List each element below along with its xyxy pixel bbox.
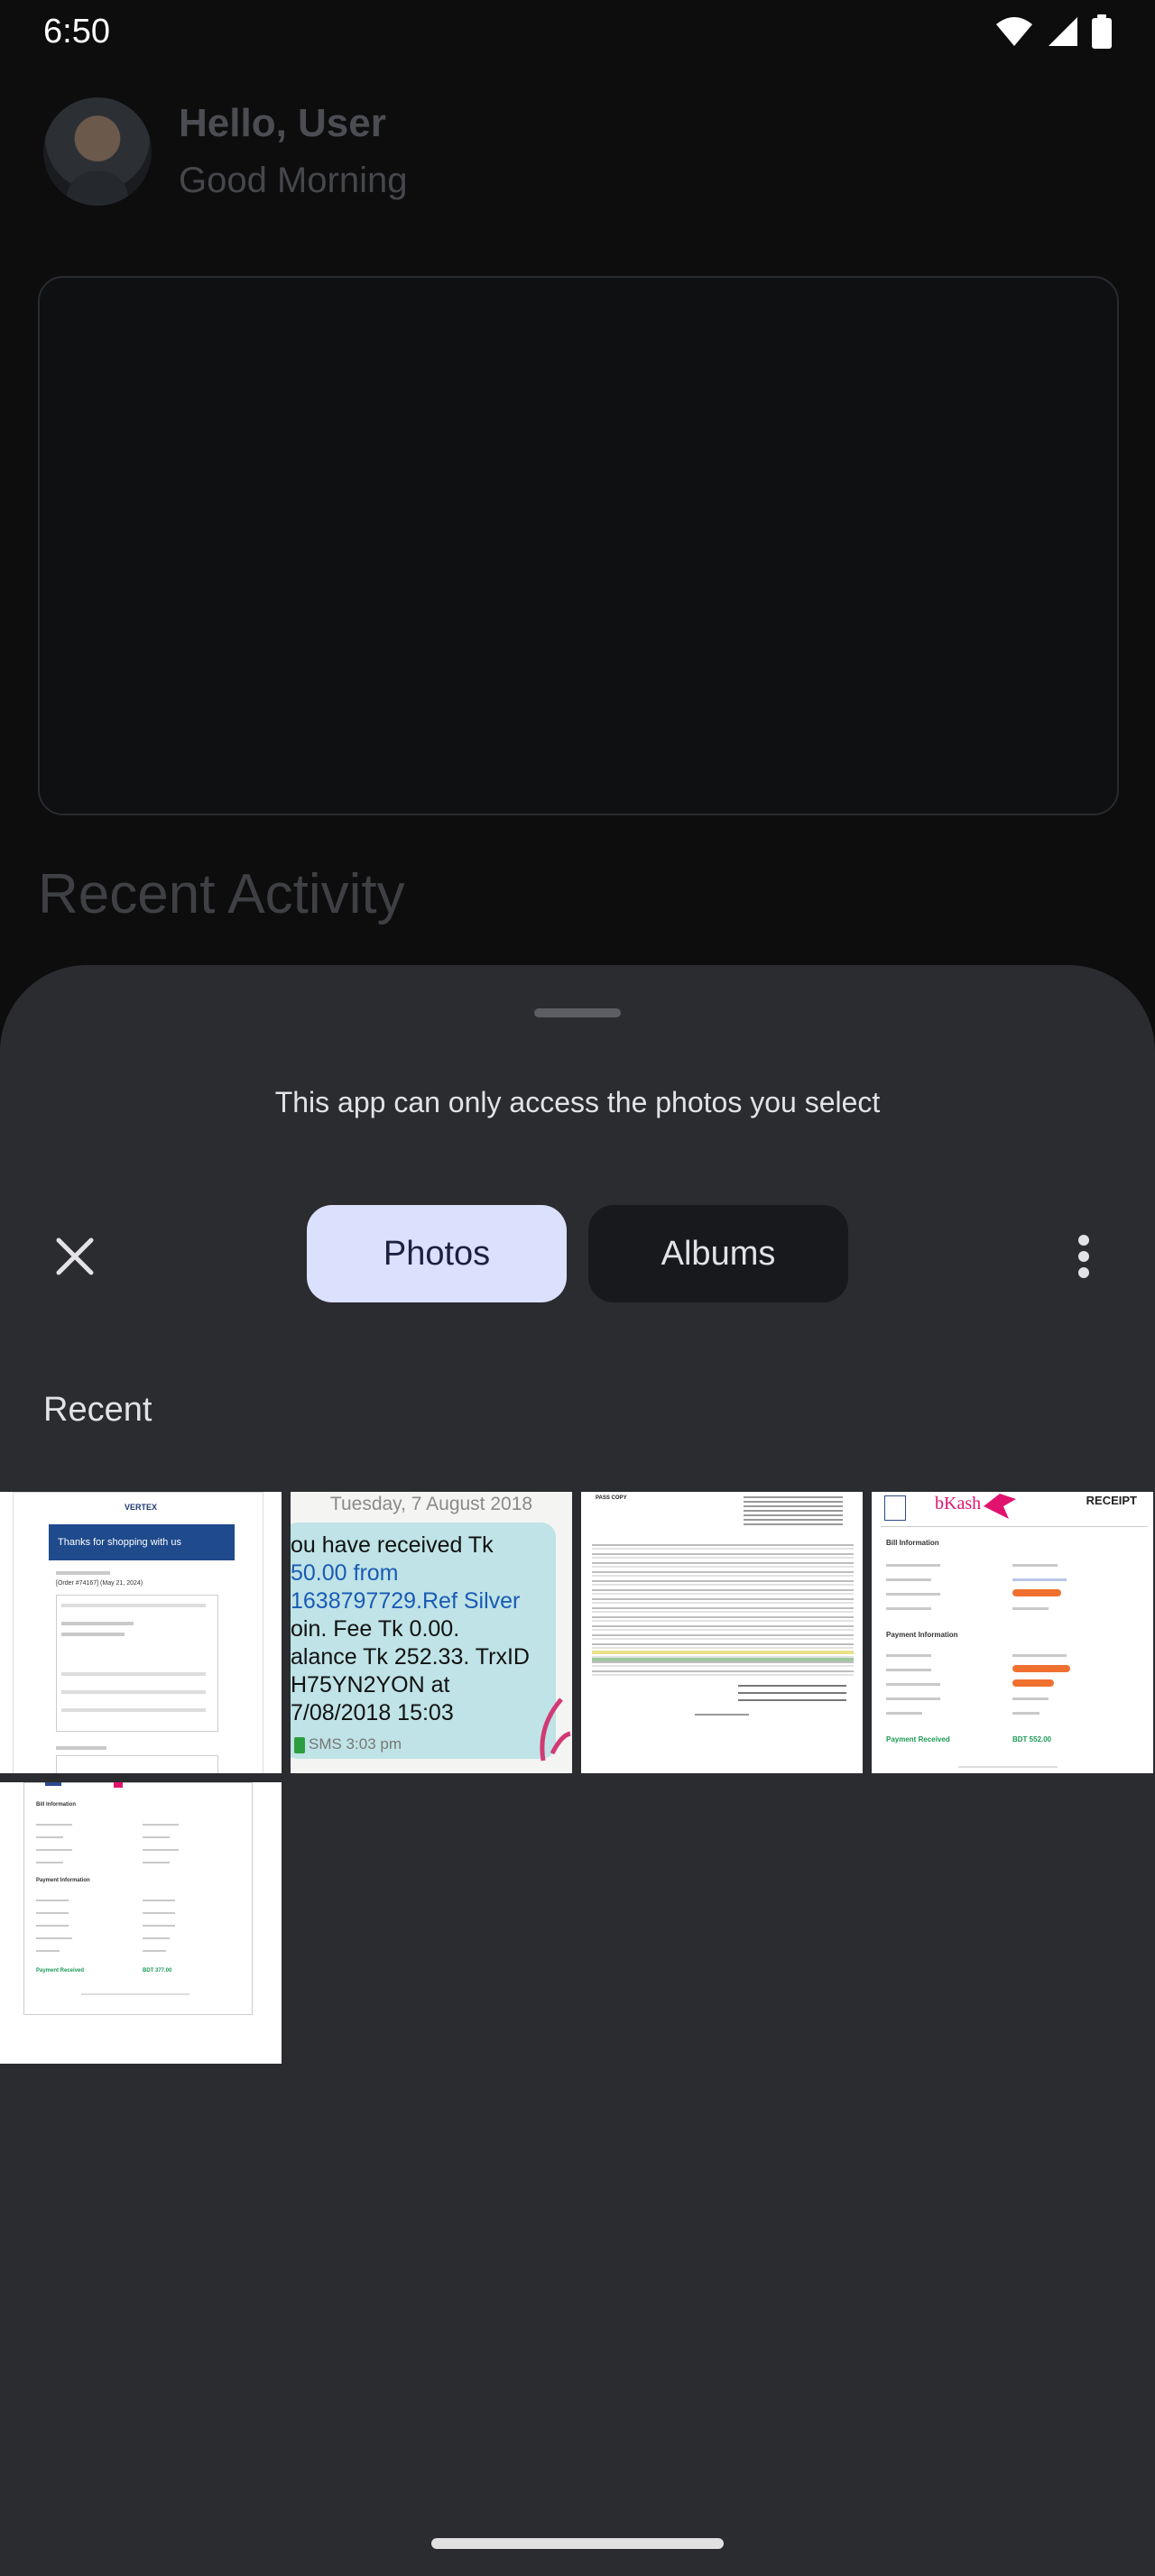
gesture-nav-bar[interactable] [431, 2538, 724, 2549]
sms-line: ou have received Tk [291, 1532, 494, 1558]
status-time: 6:50 [43, 13, 110, 51]
payment-received-label: Payment Received [886, 1735, 950, 1743]
statement-heading: PASS COPY [596, 1495, 627, 1501]
cell-signal-icon [1049, 17, 1077, 46]
battery-icon [1092, 14, 1112, 49]
close-button[interactable] [42, 1223, 108, 1290]
tab-albums[interactable]: Albums [588, 1205, 848, 1302]
photo-thumbnail-statement[interactable]: PASS COPY [581, 1492, 863, 1773]
receipt-title: RECEIPT [1086, 1494, 1137, 1507]
photo-thumbnail-bkash-receipt[interactable]: bKash RECEIPT Bill Information Payment I… [872, 1492, 1153, 1773]
drag-handle[interactable] [534, 1008, 621, 1017]
avatar [43, 97, 152, 206]
status-bar: 6:50 [0, 0, 1155, 63]
sms-line: 7/08/2018 15:03 [291, 1700, 454, 1725]
more-vert-icon [1078, 1235, 1089, 1278]
vertex-logo-text: VERTEX [124, 1503, 157, 1512]
access-notice: This app can only access the photos you … [274, 1086, 881, 1118]
tab-photos[interactable]: Photos [307, 1205, 567, 1302]
recent-activity-title: Recent Activity [38, 863, 405, 925]
recent-section-label: Recent [43, 1391, 152, 1429]
photo-thumbnail-bill-receipt[interactable]: Bill Information Payment Information Pay… [0, 1782, 282, 2064]
payment-information-heading: Payment Information [886, 1631, 958, 1639]
sms-line: H75YN2YON at [291, 1672, 450, 1697]
sms-footer: SMS 3:03 pm [309, 1735, 402, 1753]
greeting-title: Hello, User [179, 101, 386, 145]
vertex-order-number: [Order #74167] (May 21, 2024) [56, 1580, 143, 1587]
bill-information-heading: Bill Information [36, 1802, 76, 1808]
bill-information-heading: Bill Information [886, 1539, 939, 1547]
payment-information-heading: Payment Information [36, 1878, 90, 1883]
photo-thumbnail-sms[interactable]: Tuesday, 7 August 2018 ou have received … [291, 1492, 572, 1773]
wifi-icon [996, 17, 1032, 46]
photo-thumbnail-vertex-order[interactable]: VERTEX Thanks for shopping with us [Orde… [0, 1492, 282, 1773]
sms-line: 50.00 from [291, 1560, 399, 1586]
sms-line: oin. Fee Tk 0.00. [291, 1616, 460, 1642]
background-app: Hello, User Good Morning Recent Activity [0, 63, 1155, 965]
summary-card [38, 276, 1119, 815]
close-icon [56, 1237, 94, 1275]
vertex-banner: Thanks for shopping with us [49, 1524, 235, 1560]
payment-received-label: Payment Received [36, 1968, 85, 1973]
sms-line: alance Tk 252.33. TrxID [291, 1644, 530, 1670]
sms-date: Tuesday, 7 August 2018 [329, 1494, 533, 1514]
photo-picker-sheet: This app can only access the photos you … [0, 965, 1155, 2576]
payment-amount: BDT 377.00 [143, 1968, 172, 1973]
status-icons [994, 14, 1112, 49]
payment-amount: BDT 552.00 [1012, 1735, 1052, 1743]
pink-swoosh-icon [540, 1697, 571, 1762]
sms-line: 1638797729.Ref Silver [291, 1588, 521, 1614]
greeting-subtitle: Good Morning [179, 161, 408, 200]
more-options-button[interactable] [1054, 1223, 1113, 1290]
